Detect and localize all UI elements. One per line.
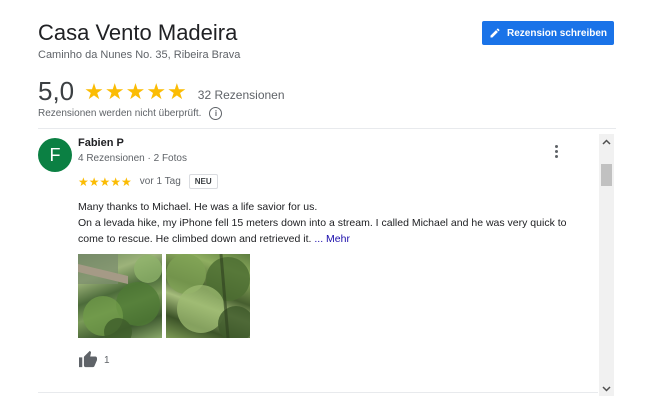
write-review-button[interactable]: Rezension schreiben [482,21,614,45]
scrollbar-thumb[interactable] [601,164,612,186]
notice-text: Rezensionen werden nicht überprüft. [38,108,202,119]
like-count: 1 [104,355,110,366]
thumbs-up-icon[interactable] [78,350,98,368]
new-badge: NEU [188,174,218,189]
avatar[interactable]: F [38,138,72,172]
review-photo-levada-cliff[interactable] [78,254,162,338]
scrollbar[interactable] [599,134,614,396]
menu-dot [554,144,558,148]
more-options-icon[interactable] [550,142,562,160]
review-notice: Rezensionen werden nicht überprüft. i [38,107,223,120]
review-text: Many thanks to Michael. He was a life sa… [78,199,588,247]
business-address: Caminho da Nunes No. 35, Ribeira Brava [38,49,241,61]
more-link[interactable]: ... Mehr [314,233,350,245]
business-title: Casa Vento Madeira [38,20,238,45]
rating-summary: 5,0 ★★★★★ 32 Rezensionen [38,76,285,107]
info-icon[interactable]: i [209,107,223,120]
review-rating-row: ★★★★★ vor 1 Tag NEU [78,174,218,189]
scroll-up-icon[interactable] [599,134,614,149]
rating-stars: ★★★★★ [84,78,188,104]
photo-art [166,254,250,338]
review-count-link[interactable]: 32 Rezensionen [198,88,285,102]
menu-dot [554,149,558,153]
scroll-down-icon[interactable] [599,381,614,396]
write-review-label: Rezension schreiben [506,27,608,39]
review-text-line: On a levada hike, my iPhone fell 15 mete… [78,215,588,247]
pencil-icon [490,28,500,38]
divider [38,128,616,129]
photo-art [78,254,162,338]
review-date: vor 1 Tag [139,176,181,187]
divider [38,392,598,393]
menu-dot [554,154,558,158]
review-photo-mossy-stream[interactable] [166,254,250,338]
review-author[interactable]: Fabien P [78,137,124,149]
average-rating: 5,0 [38,76,75,106]
review-text-line: Many thanks to Michael. He was a life sa… [78,201,318,213]
review-stars: ★★★★★ [78,174,132,189]
review-author-meta: 4 Rezensionen · 2 Fotos [78,153,187,164]
